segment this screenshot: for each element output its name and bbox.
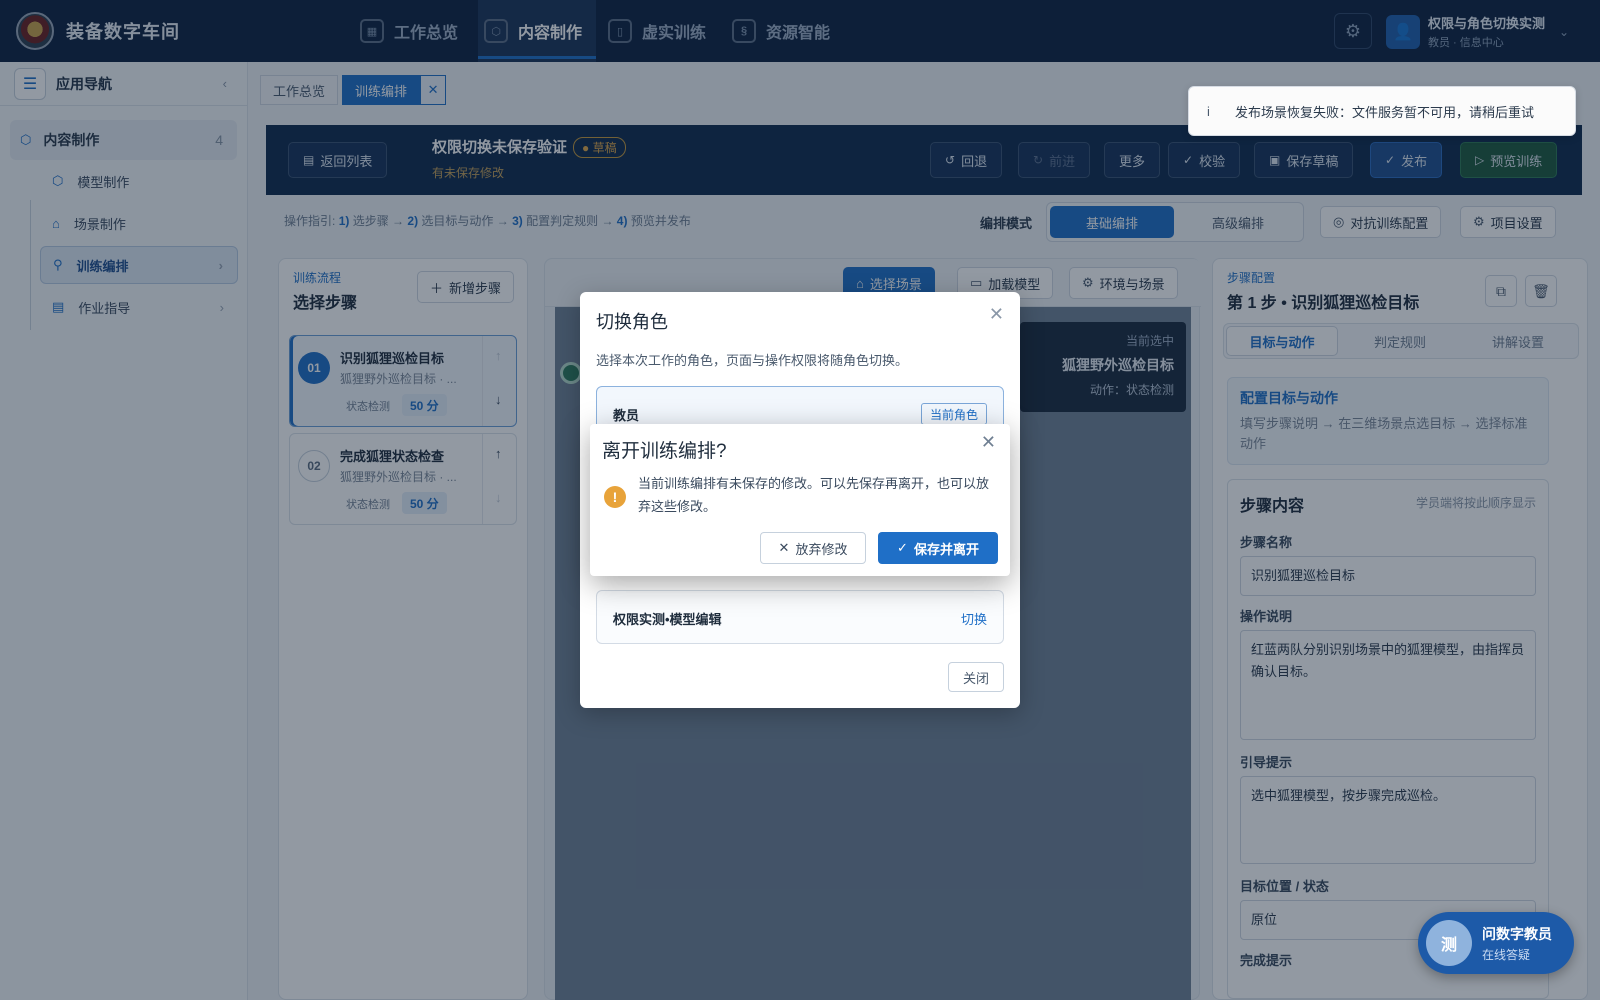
- current-role-tag: 当前角色: [920, 403, 987, 425]
- close-icon: ✕: [778, 540, 790, 555]
- warning-icon: !: [604, 486, 626, 508]
- role-option-model-editor[interactable]: 权限实测•模型编辑 切换: [596, 590, 1004, 644]
- confirm-message: 当前训练编排有未保存的修改。可以先保存再离开，也可以放弃这些修改。: [638, 476, 990, 514]
- save-and-leave-button[interactable]: ✓ 保存并离开: [878, 532, 998, 564]
- discard-changes-button[interactable]: ✕ 放弃修改: [760, 532, 866, 564]
- toast-message: 发布场景恢复失败：文件服务暂不可用，请稍后重试: [1235, 104, 1535, 120]
- dialog-description: 选择本次工作的角色，页面与操作权限将随角色切换。: [596, 353, 909, 368]
- assistant-name: 问数字教员: [1482, 926, 1552, 942]
- role-name: 权限实测•模型编辑: [613, 612, 722, 627]
- error-toast: i 发布场景恢复失败：文件服务暂不可用，请稍后重试: [1188, 86, 1576, 136]
- digital-teacher-assistant[interactable]: 测 问数字教员 在线答疑: [1418, 912, 1574, 974]
- switch-role-link[interactable]: 切换: [961, 609, 987, 628]
- leave-confirm-dialog: 离开训练编排? ✕ ! 当前训练编排有未保存的修改。可以先保存再离开，也可以放弃…: [590, 424, 1010, 576]
- assistant-avatar: 测: [1426, 920, 1472, 966]
- confirm-title: 离开训练编排?: [602, 441, 727, 462]
- close-icon[interactable]: ✕: [981, 432, 996, 453]
- check-icon: ✓: [897, 540, 908, 555]
- close-button[interactable]: 关闭: [947, 662, 1004, 692]
- close-icon[interactable]: ✕: [989, 304, 1004, 325]
- assistant-status: 在线答疑: [1482, 948, 1531, 962]
- dialog-title: 切换角色: [596, 312, 668, 332]
- role-name: 教员: [613, 408, 640, 423]
- info-icon: i: [1207, 103, 1210, 119]
